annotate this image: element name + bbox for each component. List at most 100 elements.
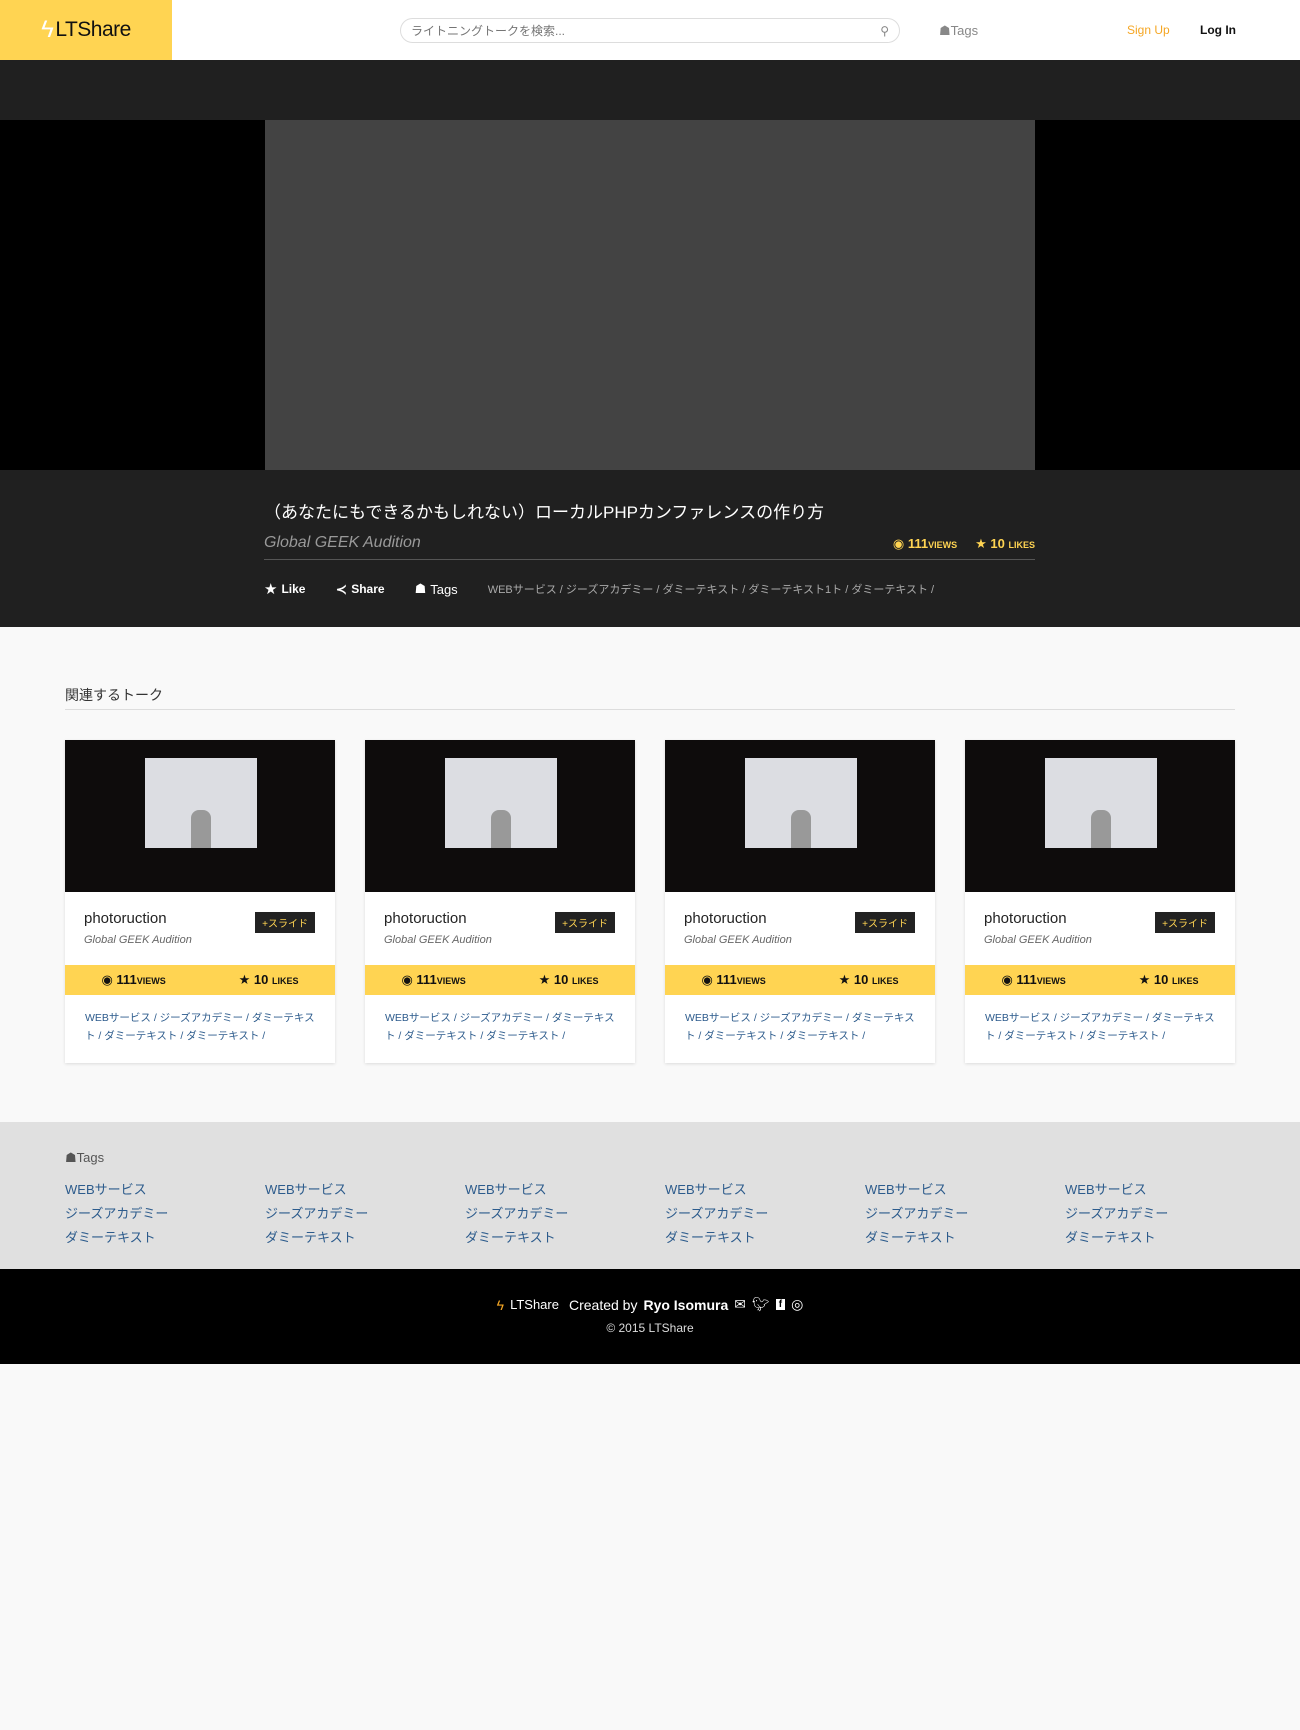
- tags-button[interactable]: ☗ Tags: [415, 581, 458, 597]
- talk-thumbnail[interactable]: [365, 740, 635, 892]
- copyright: © 2015 LTShare: [606, 1321, 694, 1335]
- card-tags[interactable]: WEBサービス / ジーズアカデミー / ダミーテキスト / ダミーテキスト /…: [65, 995, 335, 1059]
- footer-tag-link[interactable]: ジーズアカデミー: [265, 1202, 368, 1226]
- talk-card[interactable]: photoruction Global GEEK Audition +スライド ◉ …: [965, 740, 1235, 1063]
- facebook-icon[interactable]: f: [775, 1299, 786, 1310]
- share-icon: ≺: [335, 580, 348, 597]
- views-count: 111: [907, 536, 929, 551]
- likes-count: 10: [990, 536, 1005, 551]
- card-title[interactable]: photoruction: [684, 910, 767, 927]
- logo[interactable]: ϟ LTShare: [0, 0, 172, 60]
- card-tags[interactable]: WEBサービス / ジーズアカデミー / ダミーテキスト / ダミーテキスト /…: [665, 995, 935, 1059]
- footer-tag-link[interactable]: ダミーテキスト: [65, 1226, 168, 1250]
- footer-tag-link[interactable]: WEBサービス: [65, 1178, 168, 1202]
- talk-stats: ◉ 111VIEWS ★ 10 LIKES: [893, 536, 1035, 552]
- bolt-icon: ϟ: [41, 16, 54, 43]
- divider: [264, 559, 1035, 560]
- share-label: Share: [351, 582, 385, 596]
- views-stat: ◉ 111VIEWS: [101, 972, 165, 988]
- github-icon[interactable]: ◎: [791, 1296, 803, 1313]
- likes-label: LIKES: [1008, 540, 1035, 550]
- views-count: 111: [416, 972, 437, 987]
- tags-label: Tags: [430, 581, 458, 597]
- talk-thumbnail[interactable]: [65, 740, 335, 892]
- likes-stat: ★ 10 LIKES: [975, 536, 1035, 552]
- card-author: Global GEEK Audition: [984, 934, 1092, 946]
- likes-count: 10: [1153, 972, 1169, 987]
- speaker: [491, 810, 511, 848]
- views-count: 111: [116, 972, 137, 987]
- tags-icon: ☗: [414, 581, 427, 596]
- views-stat: ◉ 111VIEWS: [701, 972, 765, 988]
- talk-thumbnail[interactable]: [665, 740, 935, 892]
- eye-icon: ◉: [1001, 972, 1013, 987]
- likes-stat: ★ 10 LIKES: [839, 972, 899, 988]
- share-button[interactable]: ≺ Share: [335, 581, 384, 598]
- footer-tag-link[interactable]: WEBサービス: [865, 1178, 968, 1202]
- footer-tag-link[interactable]: WEBサービス: [1065, 1178, 1168, 1202]
- footer-tag-link[interactable]: ジーズアカデミー: [65, 1202, 168, 1226]
- talk-thumbnail[interactable]: [965, 740, 1235, 892]
- author-name[interactable]: Ryo Isomura: [643, 1297, 728, 1313]
- likes-stat: ★ 10 LIKES: [239, 972, 299, 988]
- login-link[interactable]: Log In: [1200, 23, 1236, 37]
- speaker: [791, 810, 811, 848]
- eye-icon: ◉: [101, 972, 113, 987]
- eye-icon: ◉: [401, 972, 413, 987]
- header-tags-link[interactable]: ☗Tags: [939, 23, 978, 39]
- slide-badge[interactable]: +スライド: [1155, 912, 1215, 933]
- video-player[interactable]: [265, 120, 1035, 470]
- twitter-icon[interactable]: 🐦︎: [752, 1296, 770, 1313]
- footer-tag-link[interactable]: ダミーテキスト: [665, 1226, 768, 1250]
- talk-card[interactable]: photoruction Global GEEK Audition +スライド ◉ …: [665, 740, 935, 1063]
- footer-tags: ☗Tags WEBサービス ジーズアカデミー ダミーテキスト WEBサービス ジーズアカ…: [0, 1122, 1300, 1269]
- talk-title: （あなたにもできるかもしれない）ローカルPHPカンファレンスの作り方: [264, 503, 825, 522]
- footer-tag-link[interactable]: ジーズアカデミー: [865, 1202, 968, 1226]
- footer-tag-link[interactable]: WEBサービス: [665, 1178, 768, 1202]
- top-band: [0, 60, 1300, 120]
- card-stats: ◉ 111VIEWS ★ 10 LIKES: [965, 965, 1235, 995]
- eye-icon: ◉: [701, 972, 713, 987]
- related-heading: 関連するトーク: [65, 687, 163, 703]
- talk-card[interactable]: photoruction Global GEEK Audition +スライド ◉ …: [365, 740, 635, 1063]
- slide-badge[interactable]: +スライド: [855, 912, 915, 933]
- star-icon: ★: [264, 581, 278, 598]
- card-title[interactable]: photoruction: [384, 910, 467, 927]
- header: ϟLTShare ⚲ ☗Tags Sign Up Log In: [0, 0, 1300, 60]
- eye-icon: ◉: [892, 536, 905, 551]
- card-title[interactable]: photoruction: [984, 910, 1067, 927]
- footer-tag-link[interactable]: ジーズアカデミー: [1065, 1202, 1168, 1226]
- search-icon[interactable]: ⚲: [880, 24, 889, 38]
- talk-author[interactable]: Global GEEK Audition: [264, 534, 421, 552]
- talk-info: （あなたにもできるかもしれない）ローカルPHPカンファレンスの作り方 Globa…: [0, 470, 1300, 627]
- card-title[interactable]: photoruction: [84, 910, 167, 927]
- views-label: VIEWS: [928, 540, 958, 550]
- footer-tag-link[interactable]: ジーズアカデミー: [665, 1202, 768, 1226]
- footer-tag-link[interactable]: WEBサービス: [465, 1178, 568, 1202]
- talk-card[interactable]: photoruction Global GEEK Audition +スライド ◉ …: [65, 740, 335, 1063]
- likes-stat: ★ 10 LIKES: [539, 972, 599, 988]
- card-tags[interactable]: WEBサービス / ジーズアカデミー / ダミーテキスト / ダミーテキスト /…: [365, 995, 635, 1059]
- signup-link[interactable]: Sign Up: [1127, 23, 1170, 37]
- views-label: VIEWS: [436, 976, 466, 986]
- footer: ϟ LTShare Created by Ryo Isomura ✉ 🐦︎ f …: [0, 1269, 1300, 1364]
- mail-icon[interactable]: ✉: [734, 1296, 746, 1313]
- like-button[interactable]: ★ Like: [264, 580, 305, 598]
- slide-badge[interactable]: +スライド: [255, 912, 315, 933]
- footer-tag-link[interactable]: ダミーテキスト: [865, 1226, 968, 1250]
- talk-tags[interactable]: WEBサービス / ジーズアカデミー / ダミーテキスト / ダミーテキスト1ト…: [488, 581, 934, 597]
- header-tags-label: Tags: [950, 23, 979, 38]
- card-tags[interactable]: WEBサービス / ジーズアカデミー / ダミーテキスト / ダミーテキスト /…: [965, 995, 1235, 1059]
- footer-tag-link[interactable]: WEBサービス: [265, 1178, 368, 1202]
- video-area: [0, 120, 1300, 470]
- search-input[interactable]: [411, 23, 881, 38]
- footer-tag-link[interactable]: ダミーテキスト: [265, 1226, 368, 1250]
- slide-badge[interactable]: +スライド: [555, 912, 615, 933]
- footer-tag-link[interactable]: ジーズアカデミー: [465, 1202, 568, 1226]
- views-label: VIEWS: [736, 976, 766, 986]
- like-label: Like: [281, 582, 306, 596]
- footer-tag-link[interactable]: ダミーテキスト: [465, 1226, 568, 1250]
- footer-tags-heading: ☗Tags: [65, 1150, 105, 1165]
- card-author: Global GEEK Audition: [84, 934, 192, 946]
- footer-tag-link[interactable]: ダミーテキスト: [1065, 1226, 1168, 1250]
